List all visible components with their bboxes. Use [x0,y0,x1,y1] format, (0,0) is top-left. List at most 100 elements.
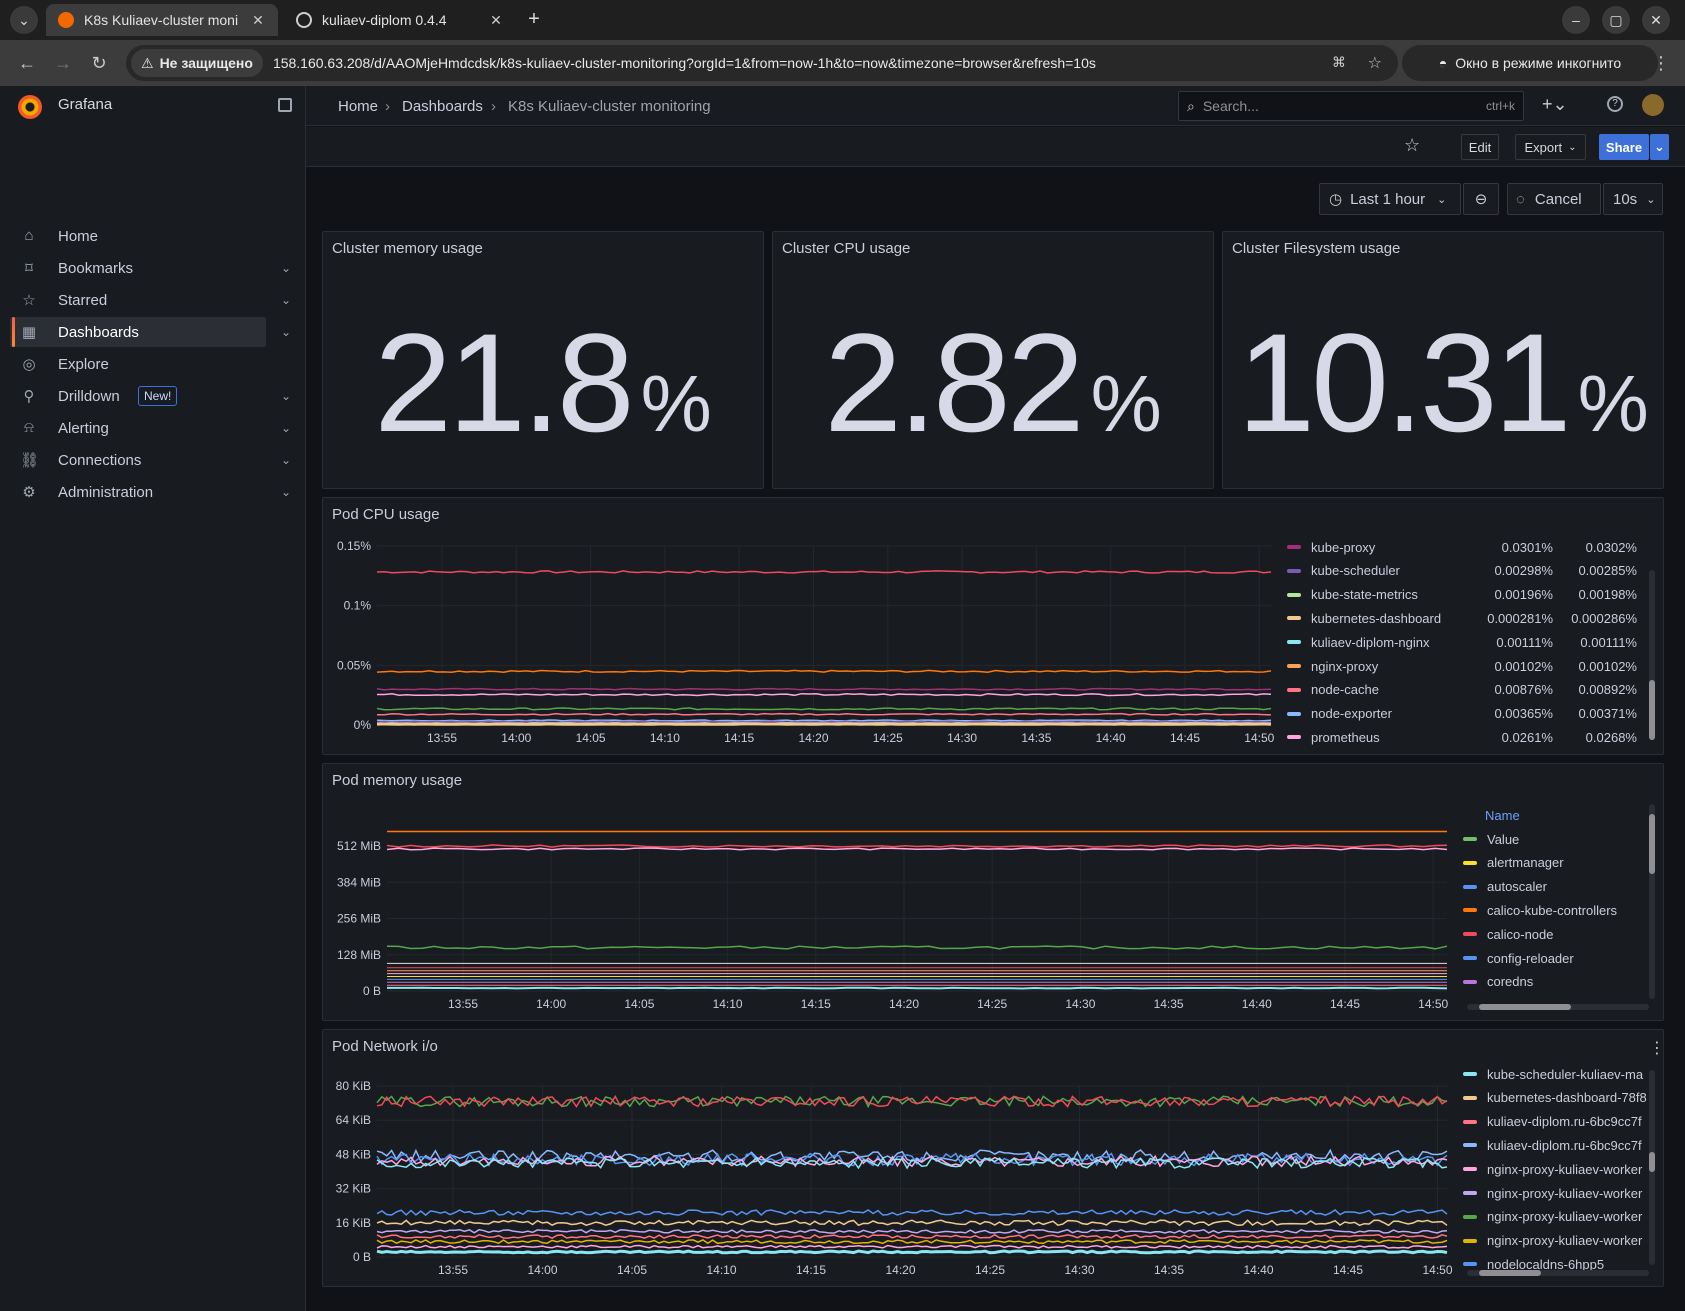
breadcrumb-home[interactable]: Home [338,98,378,115]
browser-tab-active[interactable]: K8s Kuliaev-cluster moni ✕ [46,4,278,36]
legend-item[interactable]: kube-scheduler-kuliaev-ma [1463,1063,1643,1085]
share-chevron-icon[interactable]: ⌄ [1650,134,1669,160]
chevron-down-icon[interactable]: ⌄ [281,261,291,275]
add-new-plus-icon[interactable]: +⌄ [1542,94,1568,115]
y-tick-label: 256 MiB [337,912,381,926]
legend-h-scrollbar[interactable] [1467,1270,1649,1276]
x-tick-label: 14:10 [706,1263,736,1277]
legend-value: 0.00892% [1578,682,1637,698]
reload-icon[interactable]: ↻ [86,50,112,76]
security-chip[interactable]: ⚠ Не защищено [131,49,263,77]
legend-item[interactable]: alertmanager [1463,852,1564,874]
translate-icon[interactable]: ⌘ [1332,54,1346,71]
time-range-picker[interactable]: ◷ Last 1 hour ⌄ [1319,183,1461,215]
back-arrow-icon[interactable]: ← [14,50,40,76]
dock-menu-icon[interactable] [278,98,292,112]
legend-item[interactable]: node-cache [1287,679,1379,701]
bookmark-star-icon[interactable]: ☆ [1368,53,1382,73]
legend-item[interactable]: kuliaev-diplom.ru-6bc9cc7f [1463,1134,1642,1156]
sidebar-item-dashboards[interactable]: ▦ Dashboards ⌄ [10,317,291,347]
chevron-down-icon[interactable]: ⌄ [281,389,291,403]
avatar[interactable] [1642,94,1664,116]
warning-triangle-icon: ⚠ [141,54,154,71]
chevron-down-icon[interactable]: ⌄ [281,325,291,339]
stat-panel-memory[interactable]: Cluster memory usage 21.8% [322,231,764,489]
legend-scrollbar[interactable] [1649,1070,1655,1265]
export-button[interactable]: Export ⌄ [1515,134,1586,160]
time-range-label: Last 1 hour [1350,190,1426,208]
sidebar-item-explore[interactable]: ◎ Explore [10,349,266,379]
legend-name: nginx-proxy-kuliaev-worker [1487,1209,1643,1225]
chevron-down-icon[interactable]: ⌄ [281,485,291,499]
pod-memory-panel[interactable]: Pod memory usage 512 MiB 384 MiB 256 MiB 12… [322,763,1664,1021]
legend-item[interactable]: prometheus [1287,726,1380,748]
legend-scrollbar[interactable] [1649,570,1655,740]
legend-item[interactable]: kube-state-metrics [1287,584,1418,606]
legend-swatch [1463,837,1477,841]
legend-header[interactable]: Name [1485,804,1520,826]
legend-scrollbar[interactable] [1649,804,1655,999]
legend-item[interactable]: nginx-proxy-kuliaev-worker [1463,1182,1642,1204]
share-button[interactable]: Share [1599,134,1649,160]
tab-search-chevron-icon[interactable]: ⌄ [10,6,38,34]
sidebar-item-connections[interactable]: ⛓ Connections ⌄ [10,445,291,475]
sidebar-item-drilldown[interactable]: ⚲ Drilldown New! ⌄ [10,381,291,411]
close-window-icon[interactable]: ✕ [1642,6,1670,34]
sidebar-item-home[interactable]: ⌂ Home [10,221,266,251]
legend-item[interactable]: kubernetes-dashboard-78f8 [1463,1087,1647,1109]
legend-item[interactable]: nginx-proxy-kuliaev-worker [1463,1206,1642,1228]
chevron-down-icon[interactable]: ⌄ [281,453,291,467]
edit-button[interactable]: Edit [1461,134,1499,160]
chevron-down-icon[interactable]: ⌄ [281,293,291,307]
legend-item[interactable]: autoscaler [1463,876,1547,898]
url-text[interactable]: 158.160.63.208/d/AAOMjeHmdcdsk/k8s-kulia… [273,55,1096,71]
legend-item[interactable]: node-exporter [1287,703,1392,725]
series-line [376,719,1272,722]
sidebar-item-administration[interactable]: ⚙ Administration ⌄ [10,477,291,507]
stat-panel-cpu[interactable]: Cluster CPU usage 2.82% [772,231,1214,489]
search-input[interactable]: ⌕ Search... ctrl+k [1178,91,1524,121]
legend-item[interactable]: kube-proxy [1287,536,1375,558]
new-tab-plus-icon[interactable]: + [522,8,546,32]
close-tab-icon[interactable]: ✕ [250,12,266,29]
star-dashboard-icon[interactable]: ☆ [1404,135,1420,156]
legend-item[interactable]: coredns [1463,971,1533,993]
legend-item[interactable]: nginx-proxy-kuliaev-worker [1463,1158,1642,1180]
pod-cpu-panel[interactable]: Pod CPU usage 0.15% 0.1% 0.05% 0% 13:55 14:00… [322,497,1664,755]
breadcrumb-dashboards[interactable]: Dashboards [402,98,483,115]
chevron-down-icon[interactable]: ⌄ [281,421,291,435]
help-icon[interactable]: ? [1607,96,1623,112]
sidebar-item-starred[interactable]: ☆ Starred ⌄ [10,285,291,315]
omnibox[interactable]: ⚠ Не защищено 158.160.63.208/d/AAOMjeHmd… [126,45,1398,81]
close-tab-icon[interactable]: ✕ [488,12,504,29]
refresh-interval-picker[interactable]: 10s ⌄ [1603,183,1663,215]
sidebar-item-alerting[interactable]: ⍾ Alerting ⌄ [10,413,291,443]
browser-tab[interactable]: kuliaev-diplom 0.4.4 ✕ [284,4,516,36]
bell-icon: ⍾ [24,419,34,436]
legend-h-scrollbar[interactable] [1467,1004,1649,1010]
grafana-logo-icon[interactable] [18,95,42,119]
legend-item[interactable]: Value [1463,828,1519,850]
legend-item[interactable]: calico-kube-controllers [1463,899,1617,921]
legend-item[interactable]: kuliaev-diplom.ru-6bc9cc7f [1463,1111,1642,1133]
stat-panel-filesystem[interactable]: Cluster Filesystem usage 10.31% [1222,231,1664,489]
forward-arrow-icon[interactable]: → [50,50,76,76]
panel-menu-icon[interactable]: ⋮ [1649,1038,1663,1058]
browser-menu-icon[interactable]: ⋮ [1648,50,1674,76]
legend-item[interactable]: kubernetes-dashboard [1287,607,1441,629]
maximize-icon[interactable]: ▢ [1602,6,1630,34]
cancel-refresh-button[interactable]: ◌ Cancel [1507,183,1601,215]
tab-title: K8s Kuliaev-cluster moni [84,12,239,28]
sidebar-item-bookmarks[interactable]: ⌑ Bookmarks ⌄ [10,253,291,283]
minimize-icon[interactable]: – [1562,6,1590,34]
pod-network-panel[interactable]: Pod Network i/o ⋮ 80 KiB 64 KiB 48 KiB 32 K… [322,1029,1664,1287]
zoom-out-icon[interactable]: ⊖ [1463,183,1499,215]
browser-address-bar: ← → ↻ ⚠ Не защищено 158.160.63.208/d/AAO… [0,40,1685,86]
legend-item[interactable]: kube-scheduler [1287,560,1400,582]
legend-item[interactable]: calico-node [1463,923,1554,945]
legend-item[interactable]: nginx-proxy [1287,655,1378,677]
legend-item[interactable]: kuliaev-diplom-nginx [1287,631,1430,653]
legend-item[interactable]: nginx-proxy-kuliaev-worker [1463,1230,1642,1252]
incognito-chip[interactable]: ◓ Окно в режиме инкогнито [1402,45,1658,81]
legend-item[interactable]: config-reloader [1463,947,1574,969]
